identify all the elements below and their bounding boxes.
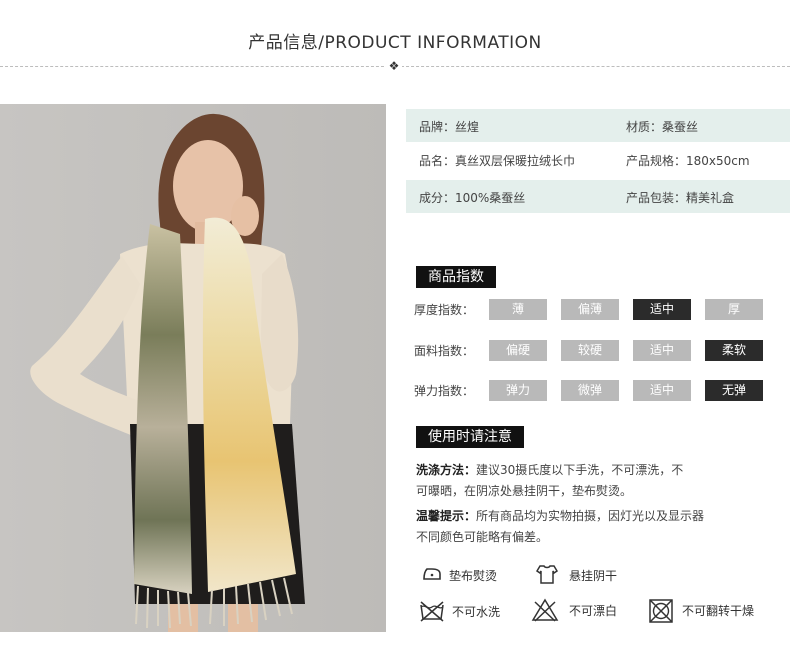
option-chip: 偏薄 [561,299,619,320]
option-chip-selected: 适中 [633,299,691,320]
fabric-index-row: 面料指数： 偏硬 较硬 适中 柔软 [414,340,774,362]
care-symbol: 不可漂白 [531,598,641,622]
care-symbol-label: 不可水洗 [452,605,501,619]
tip-text: 温馨提示：所有商品均为实物拍摄，因灯光以及显示器 不同颜色可能略有偏差。 [416,506,704,548]
option-chip-selected: 柔软 [705,340,763,361]
composition-text: 成分：100%桑蚕丝 [419,191,526,205]
product-photo [0,104,386,632]
option-chip: 适中 [633,340,691,361]
option-chip: 微弹 [561,380,619,401]
care-symbol: 垫布熨烫 [421,563,531,585]
option-chip: 弹力 [489,380,547,401]
option-chip: 薄 [489,299,547,320]
product-name-text: 品名：真丝双层保暖拉绒长巾 [419,154,576,168]
option-chip: 较硬 [561,340,619,361]
care-symbol-label: 悬挂阴干 [569,569,618,583]
tip-line: 不同颜色可能略有偏差。 [416,530,549,544]
no-tumble-dry-icon [649,599,673,623]
tip-title: 温馨提示： [416,509,477,523]
brand-text: 品牌：丝煌 [419,120,480,134]
care-symbol-label: 垫布熨烫 [449,569,498,583]
fabric-index-label: 面料指数： [414,344,475,358]
option-chip: 厚 [705,299,763,320]
no-machine-wash-icon [420,601,444,622]
wash-method-title: 洗涤方法： [416,463,477,477]
wash-method-text: 洗涤方法：建议30摄氏度以下手洗，不可漂洗，不 可曝晒，在阴凉处悬挂阴干，垫布熨… [416,460,683,502]
care-symbol: 悬挂阴干 [535,563,655,585]
option-chip: 偏硬 [489,340,547,361]
divider-ornament-icon: ❖ [386,58,402,74]
info-row: 品名：真丝双层保暖拉绒长巾 产品规格：180x50cm [406,143,790,176]
wash-method-line: 建议30摄氏度以下手洗，不可漂洗，不 [476,463,684,477]
elasticity-index-label: 弹力指数： [414,384,475,398]
care-symbol: 不可水洗 [418,599,528,623]
page-title: 产品信息/PRODUCT INFORMATION [248,33,542,53]
care-symbol-label: 不可翻转干燥 [682,604,755,618]
option-chip: 适中 [633,380,691,401]
model-wearing-scarf-image [0,104,386,632]
hang-dry-icon [535,565,559,584]
no-bleach-icon [531,598,559,622]
thickness-index-row: 厚度指数： 薄 偏薄 适中 厚 [414,299,774,321]
elasticity-index-row: 弹力指数： 弹力 微弹 适中 无弹 [414,380,774,402]
tip-line: 所有商品均为实物拍摄，因灯光以及显示器 [476,509,705,523]
option-chip-selected: 无弹 [705,380,763,401]
care-symbol: 不可翻转干燥 [648,598,788,623]
info-row: 成分：100%桑蚕丝 产品包装：精美礼盒 [406,180,790,213]
material-text: 材质：桑蚕丝 [626,120,699,134]
wash-method-line: 可曝晒，在阴凉处悬挂阴干，垫布熨烫。 [416,484,633,498]
care-symbol-label: 不可漂白 [569,604,618,618]
usage-notes-heading: 使用时请注意 [416,426,524,448]
info-row: 品牌：丝煌 材质：桑蚕丝 [406,109,790,142]
iron-icon [423,568,441,580]
product-index-heading: 商品指数 [416,266,496,288]
thickness-index-label: 厚度指数： [414,303,475,317]
packaging-text: 产品包装：精美礼盒 [626,191,735,205]
product-size-text: 产品规格：180x50cm [626,154,750,168]
